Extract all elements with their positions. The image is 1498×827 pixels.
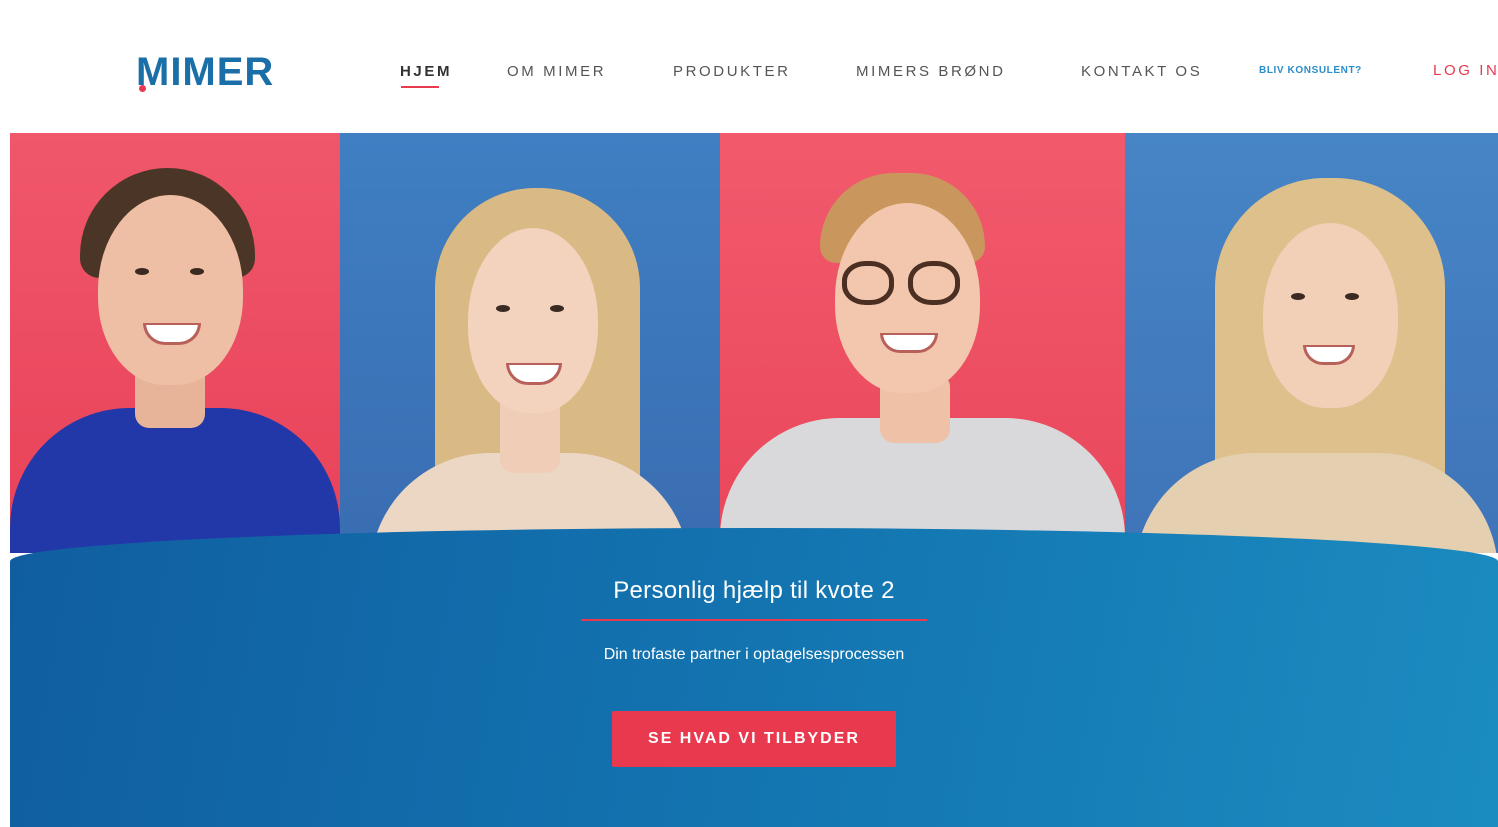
nav-item-label: HJEM [400, 63, 453, 80]
nav-item-label: OM MIMER [507, 63, 607, 80]
team-photo-3 [720, 133, 1125, 553]
team-photo-2 [340, 133, 720, 553]
eye-shape [550, 305, 564, 312]
site-header: MIMER HJEM OM MIMER PRODUKTER MIMERS BRØ… [10, 10, 1498, 133]
team-photo-1 [10, 133, 340, 553]
face-shape [1263, 223, 1398, 408]
eye-shape [1291, 293, 1305, 300]
nav-item-mimers-broend[interactable]: MIMERS BRØND [856, 62, 1006, 82]
face-shape [468, 228, 598, 413]
glasses-left-icon [842, 261, 894, 305]
logo[interactable]: MIMER [136, 50, 274, 94]
nav-item-label: PRODUKTER [673, 63, 791, 80]
see-offerings-button[interactable]: SE HVAD VI TILBYDER [612, 711, 896, 767]
become-consultant-link[interactable]: BLIV KONSULENT? [1259, 65, 1362, 76]
login-link[interactable]: LOG IN [1433, 62, 1498, 79]
eye-shape [190, 268, 204, 275]
hero-subtitle: Din trofaste partner i optagelsesprocess… [603, 646, 905, 663]
sweater-shape [10, 408, 340, 553]
glasses-right-icon [908, 261, 960, 305]
nav-item-kontakt-os[interactable]: KONTAKT OS [1081, 62, 1202, 82]
face-shape [98, 195, 243, 385]
nav-item-hjem[interactable]: HJEM [400, 62, 453, 88]
logo-dot-icon [139, 85, 146, 92]
hero-section: Personlig hjælp til kvote 2 Din trofaste… [10, 133, 1498, 827]
nav-item-om-mimer[interactable]: OM MIMER [507, 62, 606, 82]
active-nav-underline [401, 86, 439, 88]
nav-item-label: MIMERS BRØND [856, 63, 1006, 80]
hero-title-underline [581, 619, 927, 621]
eye-shape [1345, 293, 1359, 300]
hero-content: Personlig hjælp til kvote 2 Din trofaste… [10, 573, 1498, 767]
logo-text: MIMER [136, 50, 275, 94]
hero-title: Personlig hjælp til kvote 2 [613, 577, 895, 604]
nav-item-produkter[interactable]: PRODUKTER [673, 62, 791, 82]
team-photo-4 [1125, 133, 1498, 553]
page: MIMER HJEM OM MIMER PRODUKTER MIMERS BRØ… [10, 10, 1498, 827]
eye-shape [496, 305, 510, 312]
eye-shape [135, 268, 149, 275]
nav-item-label: KONTAKT OS [1081, 63, 1203, 80]
